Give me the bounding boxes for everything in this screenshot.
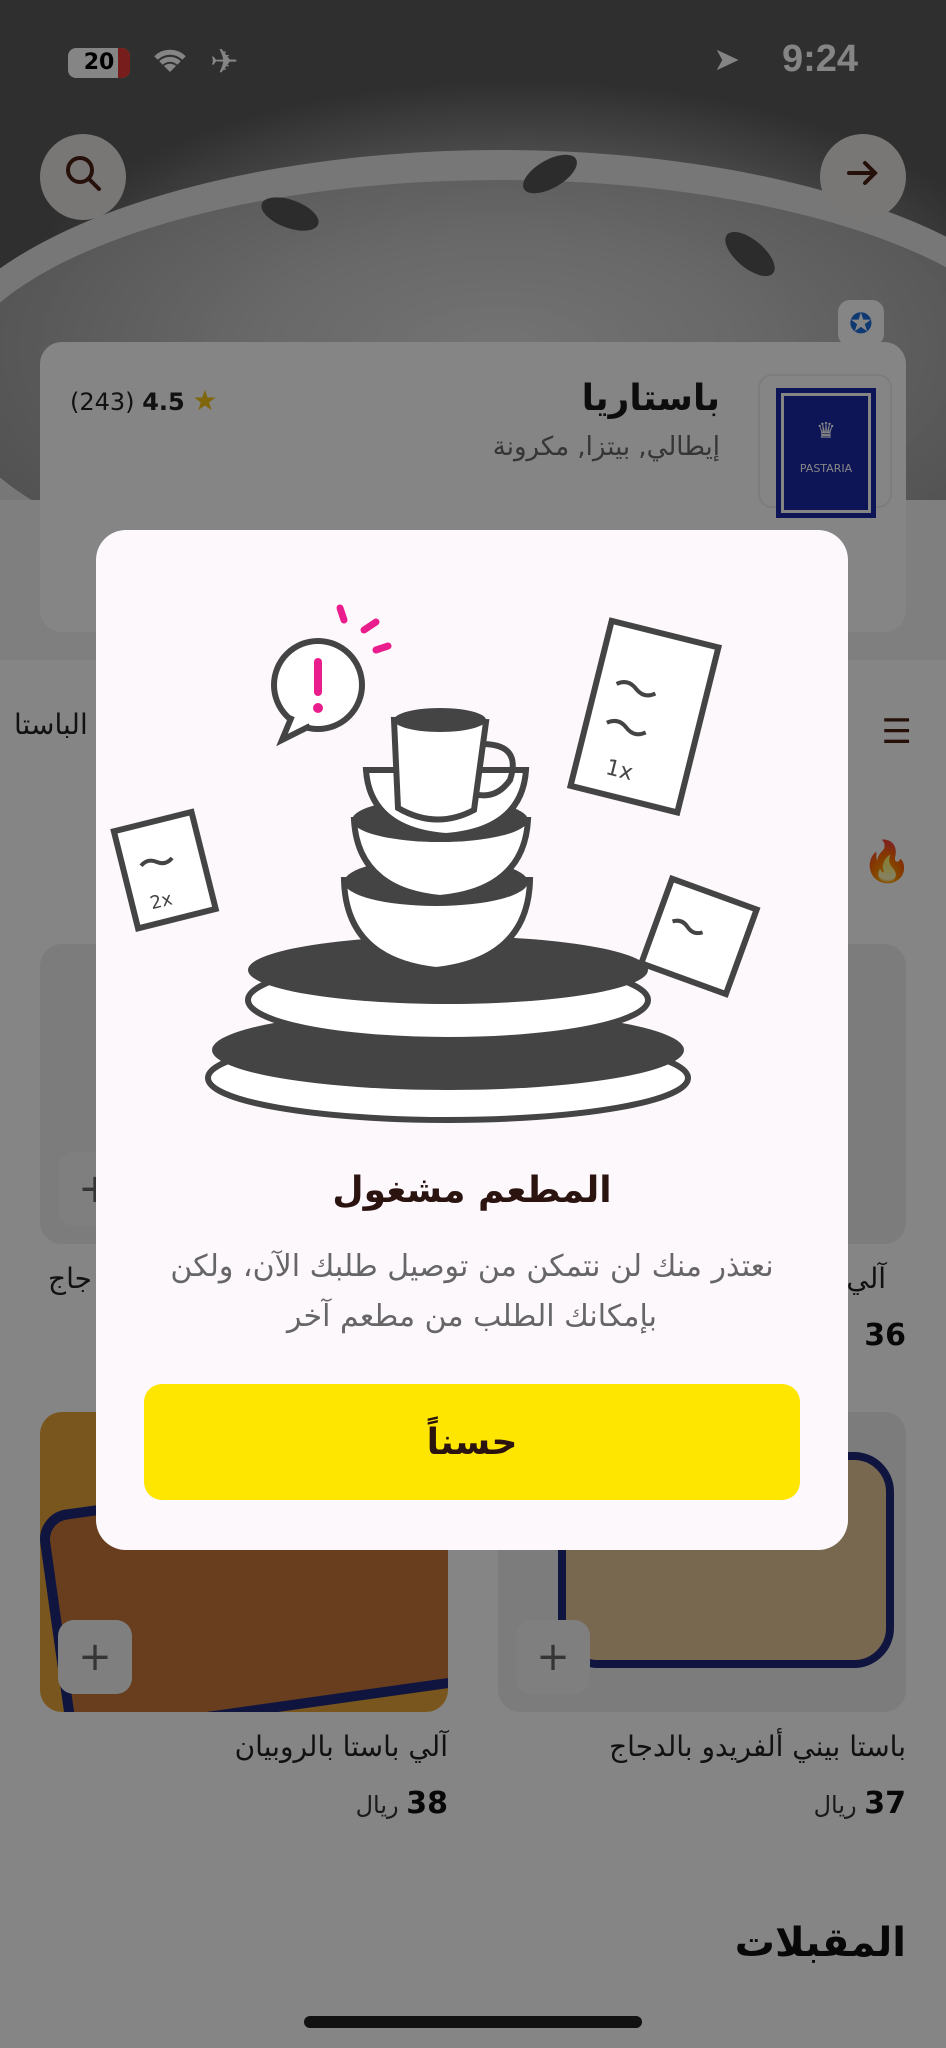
dialog-title: المطعم مشغول xyxy=(332,1170,612,1211)
busy-illustration: 2x 1x xyxy=(110,604,761,1123)
ok-button[interactable]: حسناً xyxy=(144,1384,800,1500)
restaurant-busy-dialog: 2x 1x المطعم مشغول نعتذر منك لن نتمكن من… xyxy=(96,530,848,1550)
dialog-message: نعتذر منك لن نتمكن من توصيل طلبك الآن، و… xyxy=(170,1249,774,1334)
home-indicator[interactable] xyxy=(304,2016,642,2028)
